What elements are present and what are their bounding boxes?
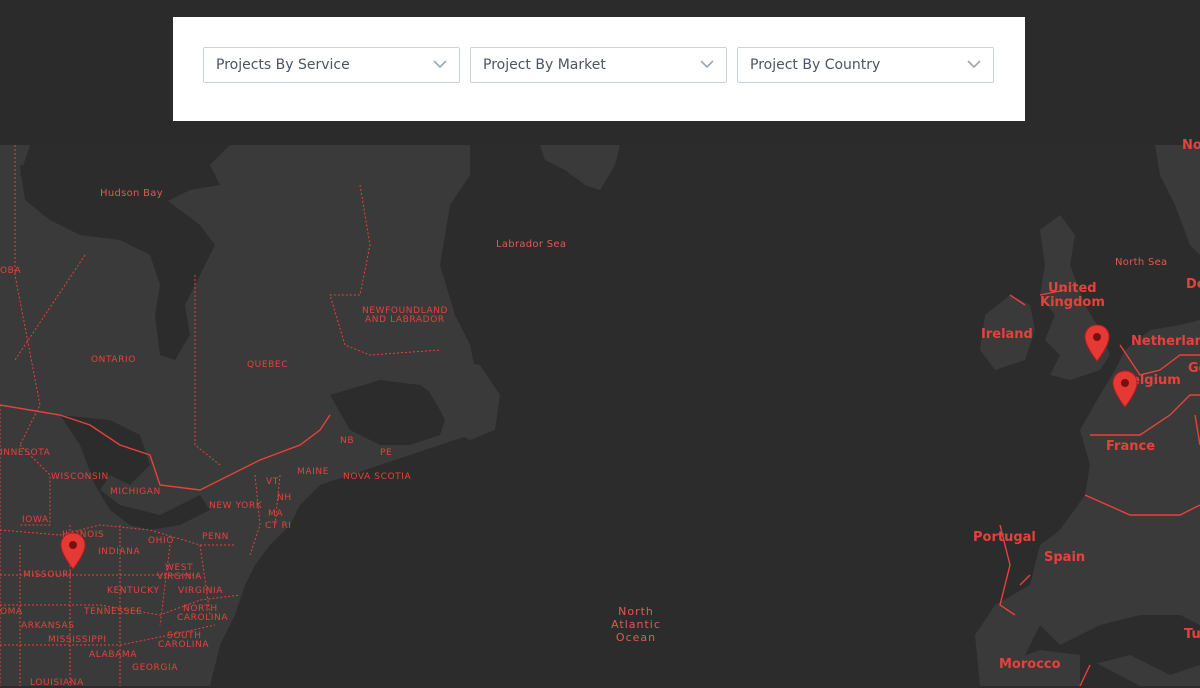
map-canvas [0, 145, 1200, 686]
labrador-sea-label: Labrador Sea [496, 239, 567, 250]
arkansas-label: ARKANSAS [21, 621, 75, 631]
service-filter-dropdown[interactable]: Projects By Service [203, 47, 460, 83]
pe-label: PE [380, 448, 393, 458]
michigan-label: MICHIGAN [110, 487, 161, 497]
country-filter-dropdown[interactable]: Project By Country [737, 47, 994, 83]
louisiana-label: LOUISIANA [30, 678, 84, 688]
uk-label-2: Kingdom [1040, 295, 1105, 310]
nh-label: NH [277, 493, 292, 503]
north-sea-label: North Sea [1115, 257, 1168, 268]
nova-scotia-label: NOVA SCOTIA [343, 472, 412, 482]
south-carolina-label-2: CAROLINA [158, 640, 210, 650]
indiana-label: INDIANA [98, 547, 141, 557]
country-filter-label: Project By Country [750, 57, 881, 73]
hudson-bay-label: Hudson Bay [100, 188, 163, 199]
spain-label: Spain [1044, 550, 1086, 565]
north-atlantic-label: North Atlantic Ocean [606, 605, 666, 644]
nb-label: NB [340, 436, 355, 446]
iowa-label: IOWA [22, 515, 49, 525]
norway-label: No [1182, 138, 1200, 153]
north-atlantic-line-1: North [618, 605, 654, 618]
morocco-label: Morocco [999, 657, 1061, 672]
market-filter-label: Project By Market [483, 57, 606, 73]
tunisia-label: Tu [1184, 627, 1200, 642]
minnesota-label: INNESOTA [0, 448, 51, 458]
mississippi-label: MISSISSIPPI [48, 635, 107, 645]
germany-label: Ge [1188, 361, 1200, 376]
service-filter-label: Projects By Service [216, 57, 350, 73]
maine-label: MAINE [297, 467, 329, 477]
denmark-label: De [1186, 277, 1200, 292]
ohio-label: OHIO [148, 536, 174, 546]
tennessee-label: TENNESSEE [84, 607, 143, 617]
vt-label: VT [266, 477, 279, 487]
map-marker-icon[interactable] [1084, 324, 1110, 362]
belgium-label: elgium [1131, 373, 1181, 388]
greenland-tip [540, 145, 620, 190]
chevron-down-icon [967, 60, 981, 69]
chevron-down-icon [433, 60, 447, 69]
ct-ri-label: CT RI [265, 521, 292, 531]
ma-label: MA [268, 509, 284, 519]
market-filter-dropdown[interactable]: Project By Market [470, 47, 727, 83]
filter-panel: Projects By Service Project By Market Pr… [173, 17, 1025, 121]
new-york-label: NEW YORK [209, 501, 263, 511]
wisconsin-label: WISCONSIN [51, 472, 109, 482]
manitoba-label: OBA [0, 266, 22, 276]
georgia-label: GEORGIA [132, 663, 178, 673]
north-carolina-label-2: CAROLINA [177, 613, 229, 623]
penn-label: PENN [202, 532, 229, 542]
netherlands-label: Netherland [1131, 334, 1200, 349]
virginia-label: VIRGINIA [178, 586, 224, 596]
alabama-label: ALABAMA [89, 650, 137, 660]
west-virginia-label-2: VIRGINIA [157, 572, 203, 582]
map-marker-icon[interactable] [1112, 370, 1138, 408]
chevron-down-icon [700, 60, 714, 69]
portugal-label: Portugal [973, 530, 1036, 545]
kentucky-label: KENTUCKY [107, 586, 160, 596]
ireland-label: Ireland [981, 327, 1033, 342]
france-label: France [1106, 439, 1156, 454]
missouri-label: MISSOURI [23, 570, 73, 580]
quebec-label: QUEBEC [247, 360, 289, 370]
north-atlantic-line-2: Atlantic [611, 618, 661, 631]
ontario-label: ONTARIO [91, 355, 136, 365]
project-map[interactable]: Hudson Bay Labrador Sea North Sea North … [0, 138, 1200, 688]
north-atlantic-line-3: Ocean [615, 631, 657, 644]
newfoundland-label-2: AND LABRADOR [365, 315, 445, 325]
europe-land [1155, 145, 1200, 255]
oklahoma-label: OMA [0, 607, 23, 617]
map-marker-icon[interactable] [60, 532, 86, 570]
uk-label-1: United [1048, 281, 1097, 296]
